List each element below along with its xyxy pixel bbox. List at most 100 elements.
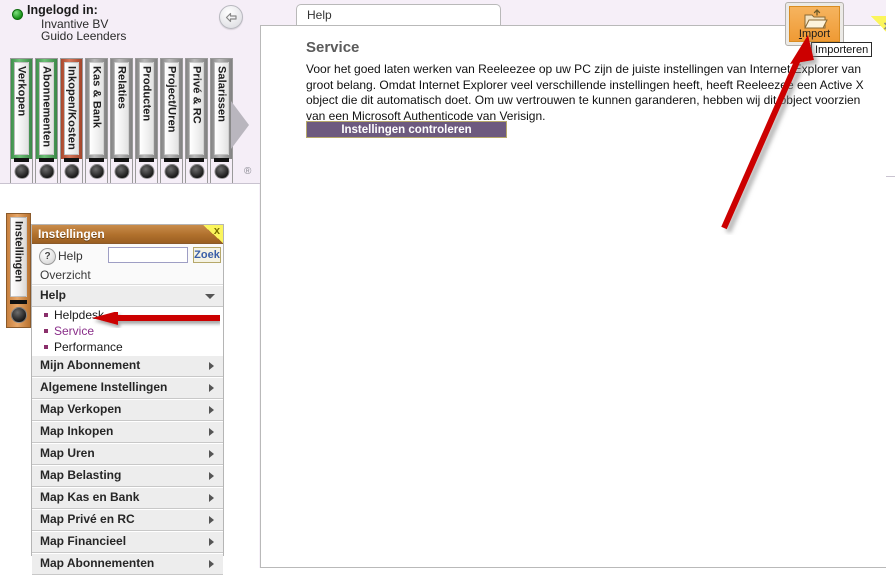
sidebar-item-performance[interactable]: Performance xyxy=(32,339,223,355)
section-label: Algemene Instellingen xyxy=(40,380,168,394)
binder-inkopen-kosten[interactable]: Inkopen/Kosten xyxy=(60,58,83,183)
close-icon[interactable]: x xyxy=(203,225,223,243)
binder-shelf: Verkopen Abonnementen Inkopen/Kosten Kas… xyxy=(0,46,260,183)
sidebar-item-helpdesk[interactable]: Helpdesk xyxy=(32,307,223,323)
section-label: Map Inkopen xyxy=(40,424,114,438)
question-mark-icon[interactable]: ? xyxy=(39,248,56,265)
binder-label: Verkopen xyxy=(14,62,29,155)
binder-ring-icon xyxy=(114,164,129,179)
sidebar-item-label: Performance xyxy=(54,340,123,354)
binder-label: Kas & Bank xyxy=(89,62,104,155)
section-header-map-prive-en-rc[interactable]: Map Privé en RC xyxy=(32,509,223,531)
overview-row[interactable]: Overzicht xyxy=(32,268,223,285)
import-button[interactable]: Import xyxy=(785,2,844,46)
section-header-map-verkopen[interactable]: Map Verkopen xyxy=(32,399,223,421)
section-header-help[interactable]: Help xyxy=(32,285,223,307)
chevron-right-icon xyxy=(209,428,214,436)
binder-label: Abonnementen xyxy=(39,62,54,155)
close-glyph: x xyxy=(213,225,220,237)
binder-ring-icon xyxy=(139,164,154,179)
import-tooltip: Importeren xyxy=(811,42,873,57)
binder-label: Salarissen xyxy=(214,62,229,155)
page-paragraph: Voor het goed laten werken van Reeleezee… xyxy=(306,62,864,123)
section-label: Map Uren xyxy=(40,446,95,460)
chevron-right-icon xyxy=(209,450,214,458)
section-header-map-kas-en-bank[interactable]: Map Kas en Bank xyxy=(32,487,223,509)
binder-kas-en-bank[interactable]: Kas & Bank xyxy=(85,58,108,183)
section-header-algemene-instellingen[interactable]: Algemene Instellingen xyxy=(32,377,223,399)
binder-ring-icon xyxy=(189,164,204,179)
binder-salarissen[interactable]: Salarissen xyxy=(210,58,233,183)
right-edge-strip xyxy=(886,0,895,568)
section-header-map-abonnementen[interactable]: Map Abonnementen xyxy=(32,553,223,575)
content-area: Help Service Voor het goed laten werken … xyxy=(260,0,895,568)
chevron-right-icon xyxy=(209,538,214,546)
binder-ring-icon xyxy=(64,164,79,179)
page-title: Service xyxy=(306,39,360,56)
sidebar-tab-label-wrap: Instellingen xyxy=(10,217,27,297)
chevron-right-icon xyxy=(209,494,214,502)
binder-project-uren[interactable]: Project/Uren xyxy=(160,58,183,183)
settings-panel-header: Instellingen x xyxy=(32,225,223,244)
section-header-map-financieel[interactable]: Map Financieel xyxy=(32,531,223,553)
binder-band xyxy=(164,158,179,162)
settings-search-row: ? Help Zoek xyxy=(32,244,223,268)
chevron-right-icon xyxy=(209,362,214,370)
next-arrow-icon[interactable] xyxy=(231,101,249,149)
chevron-right-icon xyxy=(209,406,214,414)
binder-ring-icon xyxy=(10,307,27,323)
binder-prive-rc[interactable]: Privé & RC xyxy=(185,58,208,183)
binder-producten[interactable]: Producten xyxy=(135,58,158,183)
section-header-map-uren[interactable]: Map Uren xyxy=(32,443,223,465)
binder-relaties[interactable]: Relaties xyxy=(110,58,133,183)
back-arrow-glyph xyxy=(225,12,237,22)
bullet-icon xyxy=(44,345,48,349)
section-label: Map Belasting xyxy=(40,468,122,482)
section-label: Map Privé en RC xyxy=(40,512,135,526)
question-mark-glyph: ? xyxy=(44,251,51,262)
binder-band xyxy=(89,158,104,162)
import-button-face: Import xyxy=(789,6,840,42)
section-label: Map Kas en Bank xyxy=(40,490,140,504)
search-input[interactable] xyxy=(108,247,188,263)
binder-abonnementen[interactable]: Abonnementen xyxy=(35,58,58,183)
binder-band xyxy=(39,158,54,162)
back-arrow-icon[interactable] xyxy=(219,5,243,29)
binder-band xyxy=(10,300,27,304)
sidebar-item-service[interactable]: Service xyxy=(32,323,223,339)
binder-ring-icon xyxy=(14,164,29,179)
binder-verkopen[interactable]: Verkopen xyxy=(10,58,33,183)
help-label: Help xyxy=(58,249,83,263)
chevron-right-icon xyxy=(209,472,214,480)
section-header-map-belasting[interactable]: Map Belasting xyxy=(32,465,223,487)
search-button[interactable]: Zoek xyxy=(193,247,221,263)
tab-help[interactable]: Help xyxy=(296,4,501,26)
binder-band xyxy=(114,158,129,162)
bullet-icon xyxy=(44,313,48,317)
sidebar-item-label: Helpdesk xyxy=(54,308,105,322)
binder-label: Producten xyxy=(139,62,154,155)
overview-label: Overzicht xyxy=(40,268,91,282)
binder-band xyxy=(189,158,204,162)
registered-mark: ® xyxy=(244,166,252,177)
tab-label: Help xyxy=(307,8,332,22)
check-settings-button[interactable]: Instellingen controleren xyxy=(306,121,507,138)
right-edge-hairline xyxy=(886,176,895,177)
binder-band xyxy=(64,158,79,162)
binder-label: Inkopen/Kosten xyxy=(64,62,79,155)
section-header-mijn-abonnement[interactable]: Mijn Abonnement xyxy=(32,355,223,377)
settings-panel-title: Instellingen xyxy=(38,227,105,241)
section-label: Help xyxy=(40,288,67,302)
binder-band xyxy=(214,158,229,162)
binder-label: Privé & RC xyxy=(189,62,204,155)
sidebar-tab-instellingen[interactable]: Instellingen xyxy=(6,213,31,328)
binder-ring-icon xyxy=(164,164,179,179)
chevron-right-icon xyxy=(209,516,214,524)
login-title: Ingelogd in: xyxy=(27,3,98,17)
import-button-label: Import xyxy=(790,28,839,40)
section-label: Map Financieel xyxy=(40,534,127,548)
content-panel: Service Voor het goed laten werken van R… xyxy=(260,25,895,568)
section-header-map-inkopen[interactable]: Map Inkopen xyxy=(32,421,223,443)
binder-band xyxy=(139,158,154,162)
binder-label: Project/Uren xyxy=(164,62,179,155)
